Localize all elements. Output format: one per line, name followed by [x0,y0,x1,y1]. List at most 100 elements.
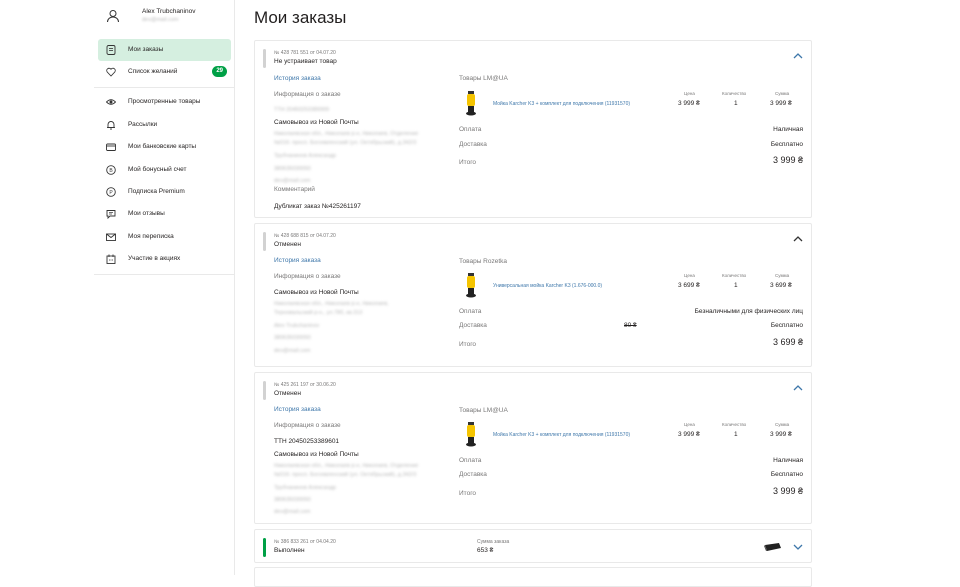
order-info-label: Информация о заказе [274,273,341,280]
product-name[interactable]: Мойка Karcher K3 + комплект для подключе… [493,101,630,107]
order-info-label: Информация о заказе [274,91,341,98]
order-total: 3 699 ₴ [772,337,803,347]
sidebar-item-reviews[interactable]: Мои отзывы [98,203,231,225]
qty-label: Количество [722,91,747,96]
status-indicator [263,232,266,251]
sidebar-item-label: Участие в акциях [128,255,181,262]
sidebar-item-label: Подписка Premium [128,188,185,195]
order-card: № 428 781 551 от 04.07.20 Не устраивает … [254,40,812,218]
total-label: Итого [459,341,477,348]
sidebar-item-label: Мои банковские карты [128,143,197,150]
product-sum: 3 999 ₴ [770,431,792,438]
sidebar-item-label: Мои отзывы [128,210,165,217]
comment-label: Комментарий [274,186,315,193]
premium-icon: P [106,187,116,197]
calendar-icon [106,254,116,264]
product-image[interactable] [465,272,477,298]
product-price: 3 699 ₴ [678,282,700,289]
delivery-label: Доставка [459,322,487,329]
mail-icon [106,233,116,241]
orders-icon [106,45,116,55]
order-history-link[interactable]: История заказа [274,406,321,413]
svg-text:B: B [109,168,113,174]
delivery-address: №016: просп. Богоявленский (ул. Октябрьс… [274,472,417,478]
order-number: № 425 261 197 от 30.06.20 [274,382,336,388]
order-number: № 428 781 551 от 04.07.20 [274,50,336,56]
product-price: 3 999 ₴ [678,431,700,438]
order-card[interactable]: № 386 833 261 от 04.04.20 Выполнен Сумма… [254,529,812,563]
bonus-icon: B [106,165,116,175]
product-price: 3 999 ₴ [678,100,700,107]
sidebar-item-subscriptions[interactable]: Рассылки [98,114,231,136]
qty-label: Количество [722,273,747,278]
sidebar-item-messages[interactable]: Моя переписка [98,226,231,248]
payment-label: Оплата [459,308,482,315]
sum-label: Сумма [775,273,790,278]
chevron-down-icon[interactable] [793,543,803,551]
delivery-cost: Бесплатно [770,141,803,148]
payment-label: Оплата [459,457,482,464]
recipient-email: dev@mail.com [274,509,311,515]
sidebar-item-orders[interactable]: Мои заказы [98,39,231,61]
product-name[interactable]: Мойка Karcher K3 + комплект для подключе… [493,432,630,438]
recipient-email: dev@mail.com [274,178,311,184]
sidebar-item-label: Список желаний [128,68,178,75]
order-card[interactable] [254,567,812,587]
user-profile[interactable]: Alex Trubchaninov dev@mail.com [104,6,234,28]
sum-label: Сумма [775,91,790,96]
seller-name: Товары Rozetka [459,258,508,265]
product-qty: 1 [734,282,738,289]
sidebar-item-wishlist[interactable]: Список желаний 29 [98,61,231,83]
recipient-phone: 380635030050 [274,166,311,172]
order-number: № 386 833 261 от 04.04.20 [274,539,336,545]
chevron-up-icon[interactable] [793,384,803,392]
sidebar-item-bonus[interactable]: B Мой бонусный счет [98,159,231,181]
order-status: Выполнен [274,547,305,554]
sidebar-item-label: Мой бонусный счет [128,166,187,173]
sidebar-divider [94,87,235,88]
wishlist-count-badge: 29 [212,66,227,77]
sidebar-divider [94,274,235,275]
status-indicator [263,538,266,557]
order-total: 3 999 ₴ [772,486,803,496]
delivery-address: Терновальский р-н., ул.78б, кв.313 [274,310,363,316]
page-title: Мои заказы [254,8,347,27]
sidebar: Alex Trubchaninov dev@mail.com Мои заказ… [94,0,235,575]
delivery-address: Николаевская обл., Николаев р-н, Николае… [274,301,389,307]
price-label: Цена [684,422,695,427]
chevron-up-icon[interactable] [793,235,803,243]
sidebar-item-premium[interactable]: P Подписка Premium [98,181,231,203]
heart-icon [106,67,116,77]
order-status: Отменен [274,390,301,397]
delivery-label: Доставка [459,471,487,478]
product-name[interactable]: Универсальная мойка Karcher K3 (1.676-00… [493,283,602,289]
product-image[interactable] [465,421,477,447]
recipient-name: Трубчанинов Александр [274,153,336,159]
sidebar-item-bank-cards[interactable]: Мои банковские карты [98,136,231,158]
product-image[interactable] [763,542,783,552]
delivery-method: Самовывоз из Новой Почты [274,119,359,126]
order-history-link[interactable]: История заказа [274,75,321,82]
delivery-method: Самовывоз из Новой Почты [274,451,359,458]
order-info-label: Информация о заказе [274,422,341,429]
sum-label: Сумма [775,422,790,427]
chevron-up-icon[interactable] [793,52,803,60]
sidebar-item-label: Просмотренные товары [128,98,201,105]
sidebar-item-viewed[interactable]: Просмотренные товары [98,91,231,113]
sidebar-item-label: Рассылки [128,121,158,128]
payment-method: Наличная [773,126,803,133]
recipient-name: Трубчанинов Александр [274,485,336,491]
price-label: Цена [684,91,695,96]
delivery-old-cost: 80 ₴ [624,322,637,329]
order-ttn: ТТН 20450253389601 [274,438,340,445]
sidebar-item-promotions[interactable]: Участие в акциях [98,248,231,270]
sidebar-item-label: Мои заказы [128,46,164,53]
card-icon [106,143,116,151]
duplicate-order: Дубликат заказ №425261197 [274,203,361,210]
status-indicator [263,49,266,68]
product-image[interactable] [465,90,477,116]
user-email: dev@mail.com [142,17,179,23]
order-history-link[interactable]: История заказа [274,257,321,264]
delivery-address: Николаевская обл., Николаев р-н, Николае… [274,131,419,137]
order-status: Не устраивает товар [274,58,337,65]
